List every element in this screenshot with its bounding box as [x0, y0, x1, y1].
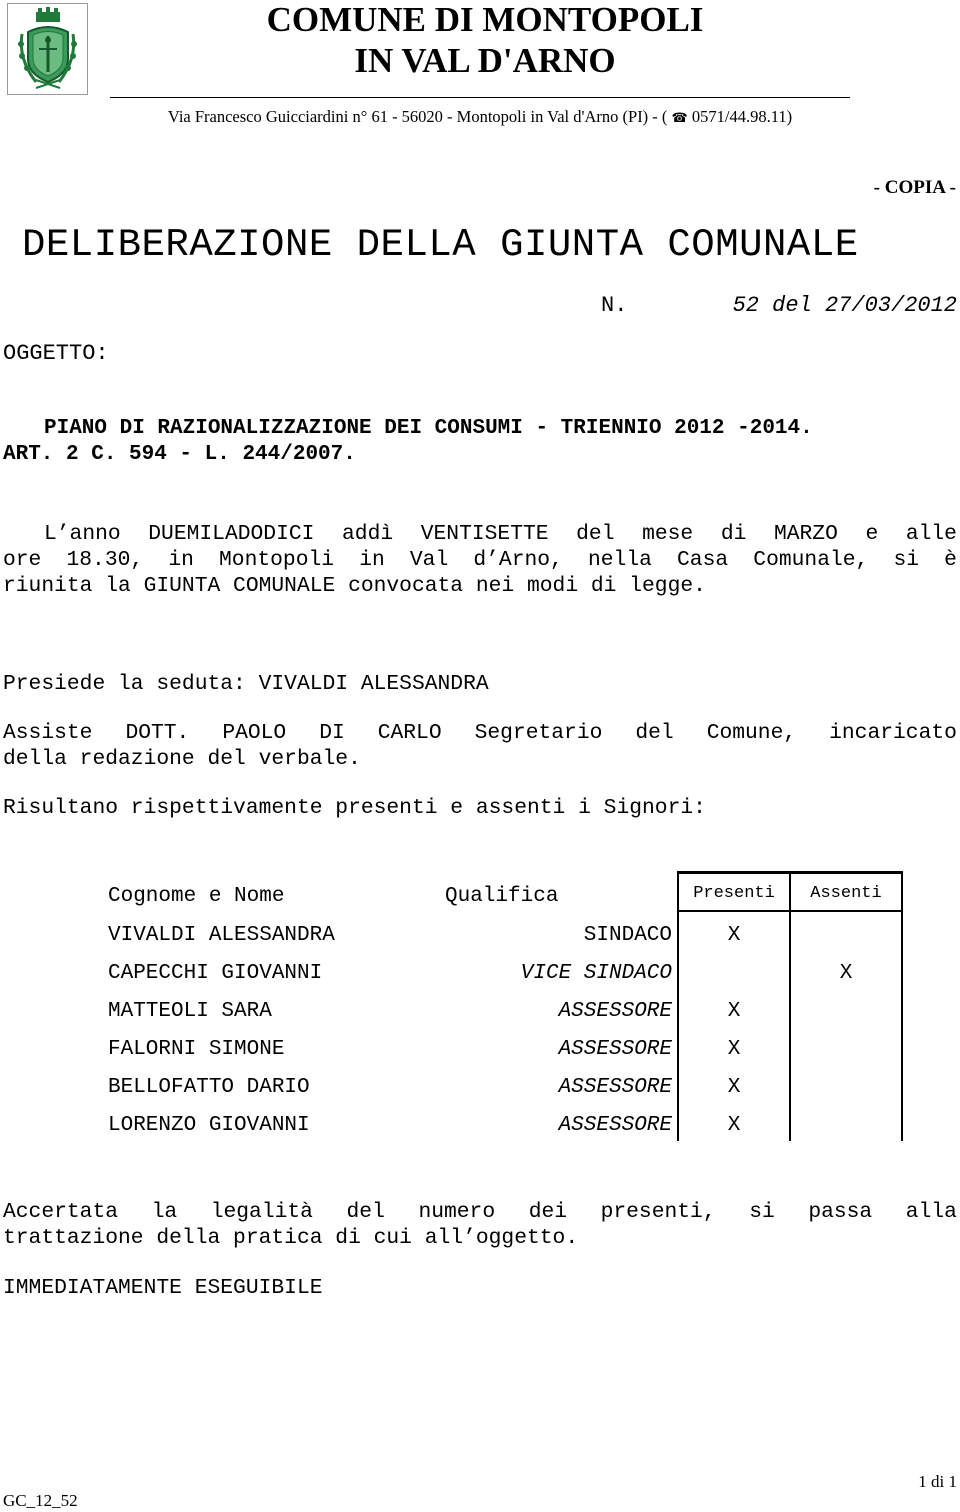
municipality-name-line1: COMUNE DI MONTOPOLI [266, 0, 704, 39]
header-absent: Assenti [810, 884, 882, 903]
word: è [944, 548, 957, 572]
municipality-name-line2: IN VAL D'ARNO [354, 41, 616, 80]
municipality-address: Via Francesco Guicciardini n° 61 - 56020… [0, 107, 960, 127]
word: DOTT. [125, 721, 190, 745]
word: nella [587, 548, 652, 572]
word: di [720, 522, 747, 546]
word: Assiste [3, 721, 93, 745]
member-role: ASSESSORE [558, 1076, 672, 1099]
word: del [635, 721, 674, 745]
word: MARZO [773, 522, 838, 546]
subject-line-1: PIANO DI RAZIONALIZZAZIONE DEI CONSUMI -… [44, 417, 813, 440]
word: Segretario [474, 721, 603, 745]
word: alla [905, 1200, 957, 1224]
member-role: ASSESSORE [558, 1038, 672, 1061]
number-label: N. [601, 293, 628, 318]
member-name: MATTEOLI SARA [108, 1000, 272, 1023]
subject-label: OGGETTO: [3, 341, 109, 366]
page-number: 1 di 1 [918, 1472, 957, 1491]
word: presenti, [600, 1200, 716, 1224]
attendance-intro: Risultano rispettivamente presenti e ass… [3, 796, 706, 820]
word: incaricato [829, 721, 957, 745]
word: DUEMILADODICI [148, 522, 315, 546]
word: passa [808, 1200, 873, 1224]
member-role: ASSESSORE [558, 1114, 672, 1137]
assists-line-2: della redazione del verbale. [3, 747, 361, 771]
present-mark: X [727, 1038, 741, 1061]
member-name: LORENZO GIOVANNI [108, 1114, 310, 1137]
absent-mark: X [839, 962, 853, 985]
word: addì [342, 522, 394, 546]
deliberation-number: 52 del 27/03/2012 [732, 293, 957, 318]
word: DI [319, 721, 345, 745]
member-role: SINDACO [583, 924, 672, 947]
legality-line-1: Accertata la legalità del numero dei presenti,… [3, 1200, 957, 1224]
member-name: VIVALDI ALESSANDRA [108, 924, 335, 947]
municipal-emblem [7, 3, 88, 95]
member-role: VICE SINDACO [520, 962, 672, 985]
present-mark: X [727, 1114, 741, 1137]
word: del [346, 1200, 385, 1224]
intro-line-1: L’anno DUEMILADODICI addì VENTISETTE del mese… [44, 522, 957, 546]
table-right-border [901, 871, 903, 1141]
assists-line-1: Assiste DOTT. PAOLO DI CARLO Segretario del Com… [3, 721, 957, 745]
intro-line-3: riunita la GIUNTA COMUNALE convocata nei… [3, 574, 706, 598]
member-name: FALORNI SIMONE [108, 1038, 285, 1061]
present-mark: X [727, 1076, 741, 1099]
word: Accertata [3, 1200, 119, 1224]
word: Montopoli [219, 548, 335, 572]
word: d’Arno, [473, 548, 563, 572]
word: alle [905, 522, 957, 546]
immediate-execution: IMMEDIATAMENTE ESEGUIBILE [3, 1276, 323, 1300]
word: CARLO [377, 721, 442, 745]
word: Val [409, 548, 449, 572]
present-mark: X [727, 924, 741, 947]
member-role: ASSESSORE [558, 1000, 672, 1023]
word: Comunale, [753, 548, 869, 572]
word: Comune, [706, 721, 797, 745]
address-text: Via Francesco Guicciardini n° 61 - 56020… [167, 107, 668, 126]
word: PAOLO [222, 721, 287, 745]
document-code: GC_12_52 [3, 1491, 78, 1510]
header-name: Cognome e Nome [108, 885, 285, 908]
word: legalità [210, 1200, 313, 1224]
word: 18.30, [66, 548, 144, 572]
word: e [865, 522, 879, 546]
word: in [359, 548, 385, 572]
word: L’anno [44, 522, 121, 546]
phone-icon: ☎ [671, 111, 688, 126]
header-role: Qualifica [445, 885, 559, 908]
present-mark: X [727, 1000, 741, 1023]
word: si [749, 1200, 775, 1224]
word: in [168, 548, 194, 572]
word: mese [642, 522, 694, 546]
header-divider [110, 97, 850, 98]
word: Casa [677, 548, 729, 572]
subject-line-2: ART. 2 C. 594 - L. 244/2007. [3, 443, 356, 466]
table-middle-border [789, 871, 791, 1141]
copy-label: - COPIA - [873, 177, 956, 198]
legality-line-2: trattazione della pratica di cui all’ogg… [3, 1226, 579, 1250]
member-name: BELLOFATTO DARIO [108, 1076, 310, 1099]
document-title: DELIBERAZIONE DELLA GIUNTA COMUNALE [22, 223, 859, 267]
header-present: Presenti [693, 884, 775, 903]
member-name: CAPECCHI GIOVANNI [108, 962, 323, 985]
word: dei [528, 1200, 568, 1224]
word: VENTISETTE [420, 522, 549, 546]
phone-number: 0571/44.98.11) [691, 107, 793, 126]
word: ore [3, 548, 42, 572]
word: la [151, 1200, 178, 1224]
coat-of-arms-icon [18, 7, 77, 89]
intro-line-2: ore 18.30, in Montopoli in Val d’Arno, nella Cas… [3, 548, 957, 572]
presides-text: Presiede la seduta: VIVALDI ALESSANDRA [3, 672, 489, 696]
word: numero [418, 1200, 496, 1224]
word: del [576, 522, 615, 546]
word: si [893, 548, 920, 572]
